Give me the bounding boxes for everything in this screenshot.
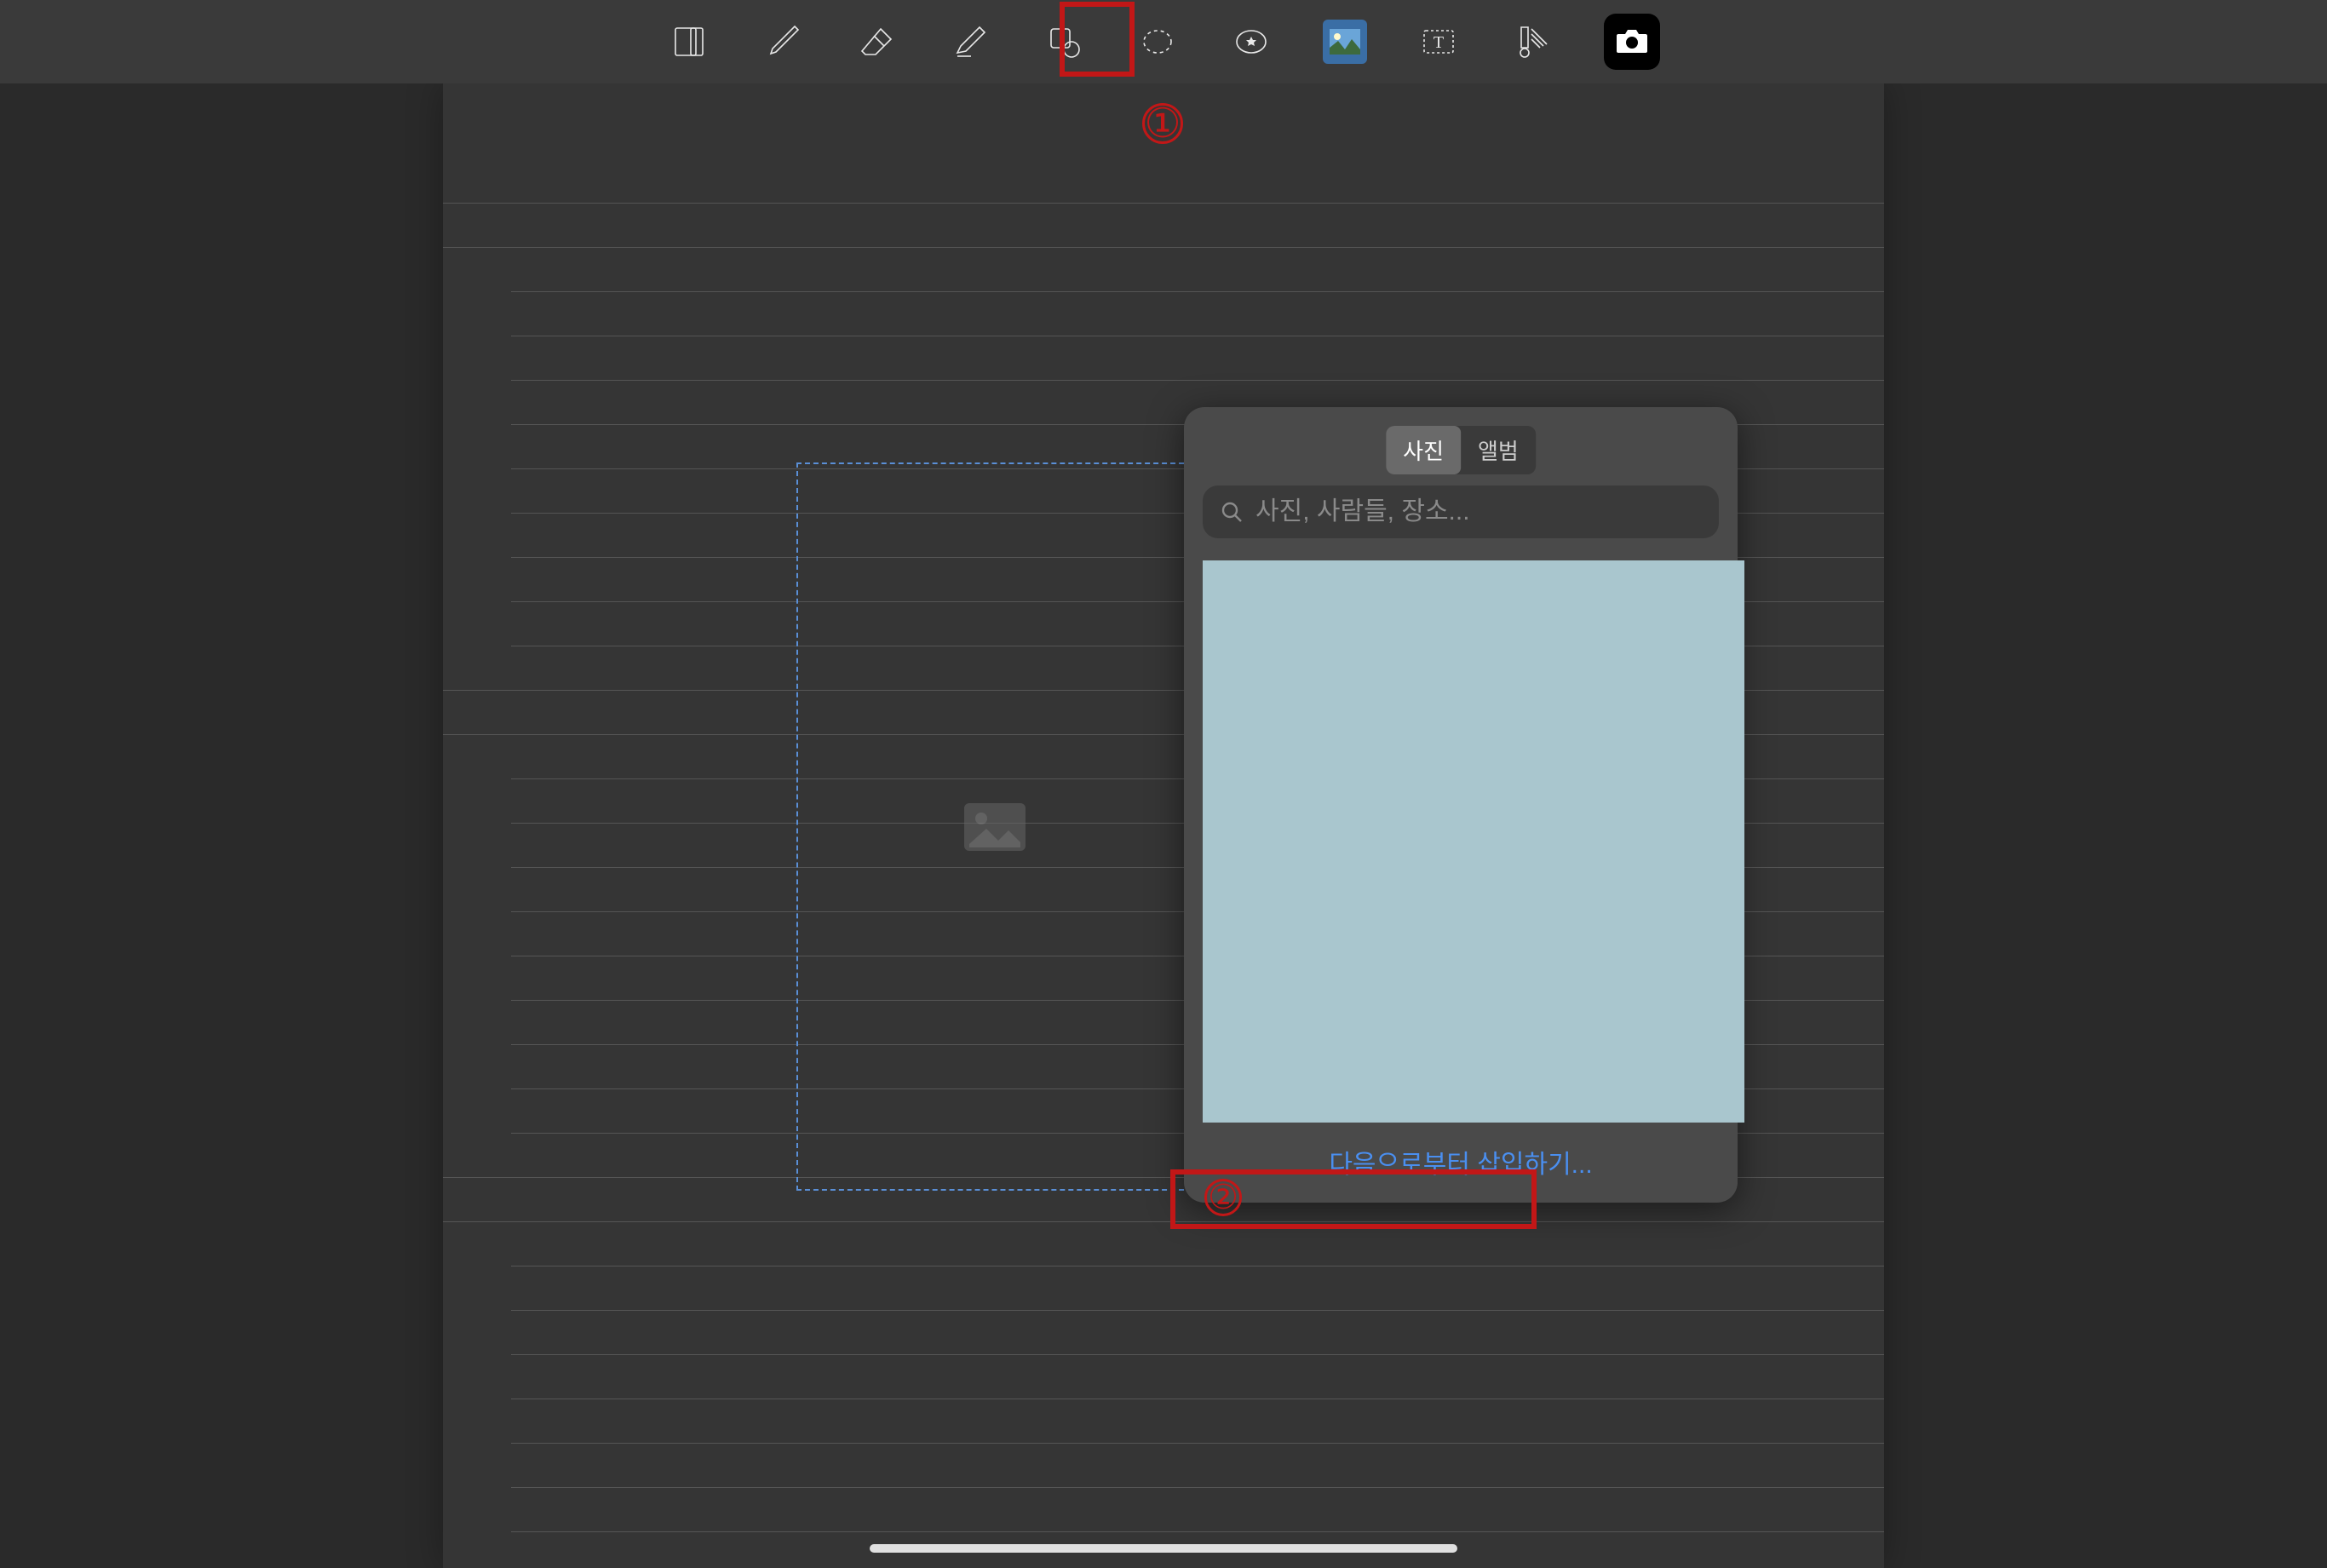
svg-text:T: T	[1434, 33, 1444, 52]
tab-albums[interactable]: 앨범	[1461, 426, 1536, 474]
shape-tool[interactable]	[1042, 20, 1086, 64]
photo-picker-popover: 사진 앨범 다음으로부터 삽입하기...	[1184, 407, 1738, 1203]
note-paper[interactable]: 사진 앨범 다음으로부터 삽입하기...	[443, 83, 1884, 1568]
search-field[interactable]	[1203, 485, 1719, 538]
document-tool[interactable]	[667, 20, 711, 64]
camera-button[interactable]	[1604, 14, 1660, 70]
tab-segment: 사진 앨범	[1386, 426, 1536, 474]
pen-tool[interactable]	[761, 20, 805, 64]
favorites-tool[interactable]	[1229, 20, 1273, 64]
eraser-tool[interactable]	[854, 20, 899, 64]
lasso-tool[interactable]	[1135, 20, 1180, 64]
image-placeholder-icon	[962, 801, 1027, 853]
highlighter-tool[interactable]	[948, 20, 992, 64]
toolbar: T	[0, 0, 2327, 83]
ruler-tool[interactable]	[1510, 20, 1554, 64]
photo-thumbnail[interactable]	[1203, 560, 1744, 1123]
search-input[interactable]	[1255, 497, 1702, 526]
image-tool[interactable]	[1323, 20, 1367, 64]
tab-photos[interactable]: 사진	[1386, 426, 1461, 474]
home-indicator	[870, 1544, 1457, 1553]
insert-from-button[interactable]: 다음으로부터 삽입하기...	[1203, 1143, 1719, 1180]
text-tool[interactable]: T	[1416, 20, 1461, 64]
image-placeholder-frame[interactable]	[796, 462, 1192, 1191]
search-icon	[1220, 500, 1244, 524]
